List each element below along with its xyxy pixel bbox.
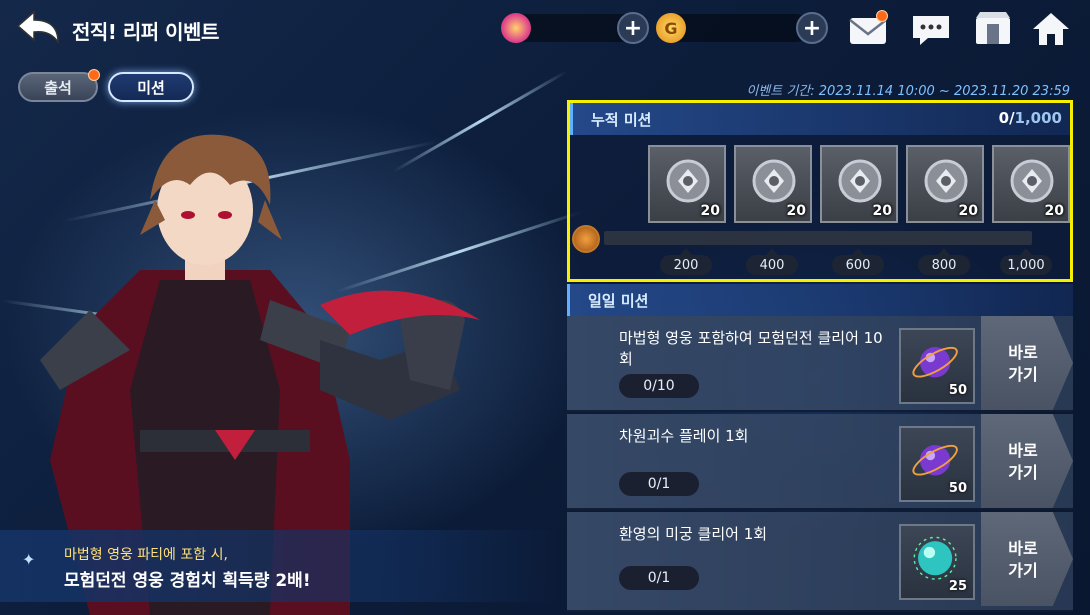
tab-attendance-label: 출석 (44, 78, 72, 97)
cumulative-reward-3[interactable]: 20 (820, 145, 898, 223)
go-button-label: 바로 가기 (1008, 539, 1038, 580)
gem-currency (501, 13, 635, 43)
milestone-label: 1,000 (1000, 248, 1052, 275)
emblem-icon (838, 159, 882, 203)
buff-info-effect: 모험던전 영웅 경험치 획득량 2배! (64, 571, 311, 591)
buff-info-banner: ✦ 마법형 영웅 파티에 포함 시, 모험던전 영웅 경험치 획득량 2배! (0, 530, 560, 602)
cumulative-reward-4[interactable]: 20 (906, 145, 984, 223)
cumulative-max: 1,000 (1014, 109, 1062, 127)
emblem-icon (666, 159, 710, 203)
cumulative-progress: 0/1,000 (999, 109, 1062, 127)
emblem-icon (752, 159, 796, 203)
mission-reward[interactable]: 25 (899, 524, 975, 600)
reward-quantity: 20 (786, 203, 806, 219)
go-button[interactable]: 바로 가기 (981, 414, 1073, 508)
mail-notification-dot (876, 10, 888, 22)
tab-mission-label: 미션 (137, 78, 165, 97)
cumulative-mission-title: 누적 미션 (591, 111, 652, 129)
reward-quantity: 25 (948, 579, 967, 594)
cumulative-mission-panel: 누적 미션 0/1,000 20 20 20 20 20 200 400 600… (567, 100, 1073, 282)
chat-icon[interactable] (910, 10, 952, 48)
daily-mission-header: 일일 미션 (567, 284, 1073, 316)
reward-quantity: 50 (948, 481, 967, 496)
home-icon[interactable] (1030, 10, 1072, 48)
event-period-prefix: 이벤트 기간: (746, 84, 815, 99)
shop-icon[interactable] (972, 10, 1014, 48)
progress-start-icon (572, 225, 600, 253)
top-bar: 전직! 리퍼 이벤트 + G + (0, 0, 1090, 60)
daily-mission-title: 일일 미션 (588, 292, 649, 310)
event-period-range: 2023.11.14 10:00 ~ 2023.11.20 23:59 (814, 84, 1070, 99)
tab-mission[interactable]: 미션 (108, 72, 194, 102)
reward-quantity: 20 (872, 203, 892, 219)
reward-quantity: 50 (948, 383, 967, 398)
gold-currency: G (656, 13, 810, 43)
mission-description: 차원괴수 플레이 1회 (619, 427, 749, 445)
milestone-label: 600 (832, 248, 884, 275)
reward-quantity: 20 (958, 203, 978, 219)
mission-row: 마법형 영웅 포함하여 모험던전 클리어 10회 0/10 50 바로 가기 (567, 316, 1073, 412)
milestone-label: 800 (918, 248, 970, 275)
mission-reward[interactable]: 50 (899, 426, 975, 502)
cumulative-reward-1[interactable]: 20 (648, 145, 726, 223)
cumulative-reward-5[interactable]: 20 (992, 145, 1070, 223)
attendance-notification-dot (88, 69, 100, 81)
mission-progress: 0/1 (619, 472, 699, 496)
emblem-icon (1010, 159, 1054, 203)
reward-quantity: 20 (1044, 203, 1064, 219)
cumulative-progress-track (604, 231, 1032, 245)
gold-coin-icon: G (656, 13, 686, 43)
mission-description: 환영의 미궁 클리어 1회 (619, 525, 768, 543)
cumulative-current: 0 (998, 109, 1010, 127)
go-button-label: 바로 가기 (1008, 441, 1038, 482)
mission-row: 차원괴수 플레이 1회 0/1 50 바로 가기 (567, 414, 1073, 510)
milestone-label: 200 (660, 248, 712, 275)
event-period: 이벤트 기간: 2023.11.14 10:00 ~ 2023.11.20 23… (746, 80, 1070, 99)
reward-quantity: 20 (700, 203, 720, 219)
gem-icon (501, 13, 531, 43)
emblem-icon (924, 159, 968, 203)
buff-info-condition: 마법형 영웅 파티에 포함 시, (64, 547, 228, 563)
go-button[interactable]: 바로 가기 (981, 316, 1073, 410)
cumulative-reward-2[interactable]: 20 (734, 145, 812, 223)
mission-reward[interactable]: 50 (899, 328, 975, 404)
mission-row: 환영의 미궁 클리어 1회 0/1 25 바로 가기 (567, 512, 1073, 612)
mission-description: 마법형 영웅 포함하여 모험던전 클리어 10회 (619, 329, 883, 368)
add-gem-button[interactable]: + (617, 12, 649, 44)
sparkle-icon: ✦ (22, 550, 36, 569)
back-arrow-icon[interactable] (14, 8, 62, 48)
tab-attendance[interactable]: 출석 (18, 72, 98, 102)
page-title: 전직! 리퍼 이벤트 (72, 20, 219, 44)
go-button-label: 바로 가기 (1008, 343, 1038, 384)
go-button[interactable]: 바로 가기 (981, 512, 1073, 606)
add-gold-button[interactable]: + (796, 12, 828, 44)
mission-progress: 0/1 (619, 566, 699, 590)
cumulative-mission-header: 누적 미션 0/1,000 (570, 103, 1070, 135)
mission-progress: 0/10 (619, 374, 699, 398)
milestone-label: 400 (746, 248, 798, 275)
